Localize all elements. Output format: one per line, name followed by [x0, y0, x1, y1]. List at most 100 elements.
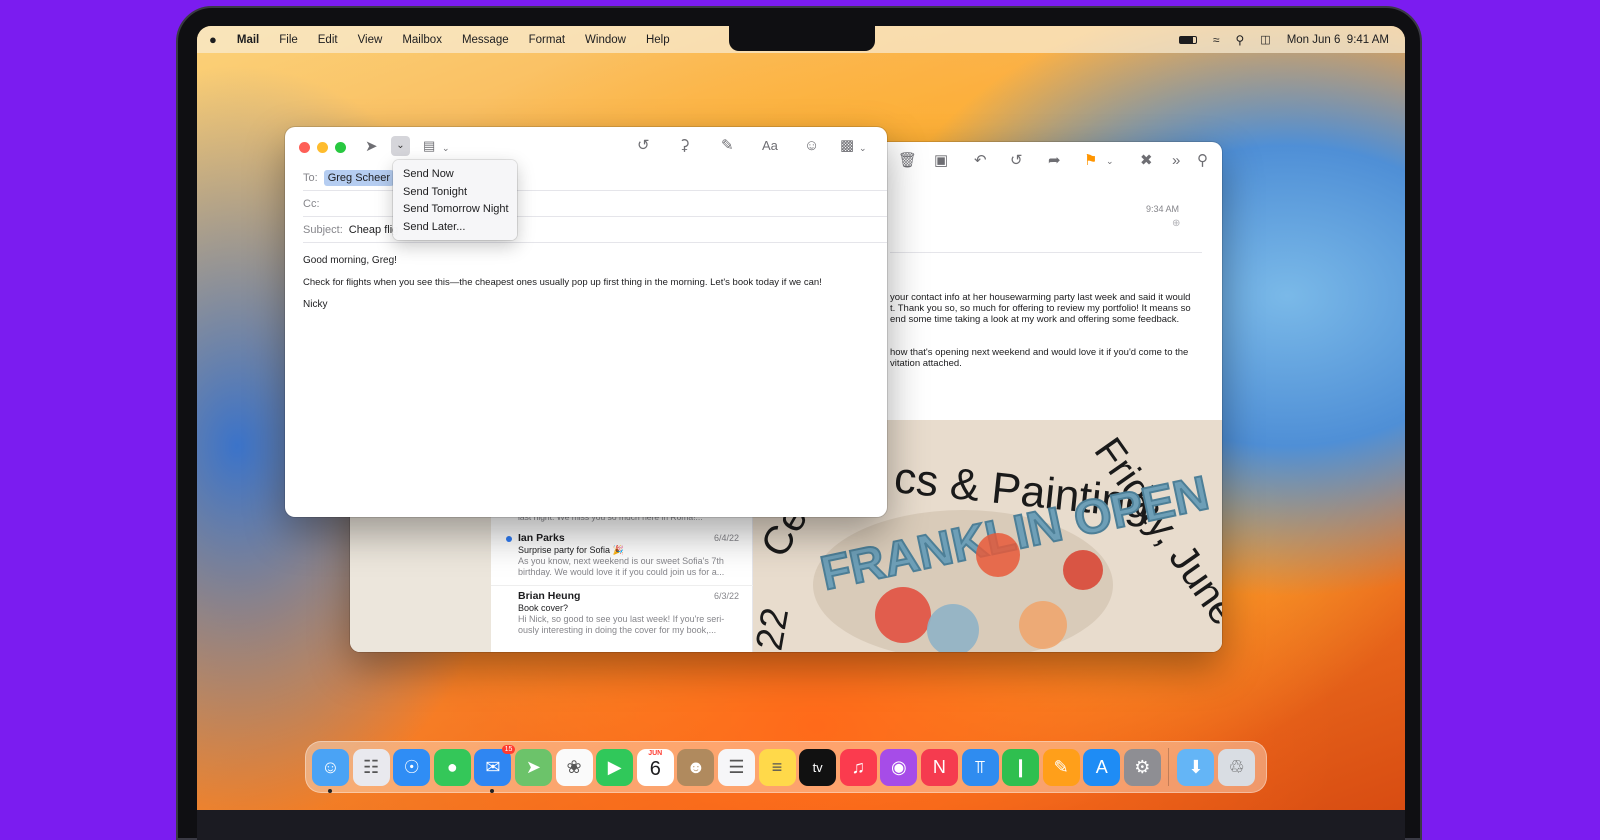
facetime-glyph: ▶ [607, 756, 622, 777]
finder-icon[interactable]: ☺ [312, 748, 349, 793]
window-controls [299, 142, 346, 153]
reply-icon[interactable]: ↺ [637, 137, 650, 155]
contacts-icon[interactable]: ☻ [677, 748, 715, 786]
menu-time: 9:41 AM [1346, 33, 1389, 46]
flag-icon[interactable]: ⚑ [1084, 152, 1097, 170]
search-icon[interactable]: ⚲ [1197, 152, 1208, 170]
music-glyph: ♫ [851, 756, 865, 777]
running-indicator [490, 788, 495, 793]
safari-glyph: ☉ [403, 756, 420, 777]
sender: Ian Parks [518, 532, 565, 544]
menu-window[interactable]: Window [585, 34, 626, 46]
notes-icon[interactable]: ≡ [758, 748, 796, 786]
to-label: To: [303, 171, 318, 184]
keynote-icon[interactable]: ⫪ [961, 748, 999, 786]
trash-icon[interactable]: 🗑 [898, 152, 917, 170]
forward-icon[interactable]: ➦ [1048, 152, 1061, 170]
photo-chevron-icon[interactable]: ⌄ [859, 139, 867, 157]
menu-item-send-tonight[interactable]: Send Tonight [393, 184, 517, 202]
more-toolbar-icon[interactable]: » [1172, 152, 1180, 170]
list-item[interactable]: Ian Parks 6/4/22 Surprise party for Sofi… [491, 530, 753, 586]
launchpad-glyph: ☷ [363, 756, 380, 777]
wifi-icon[interactable]: ≈ [1213, 33, 1220, 47]
photo-browser-icon[interactable]: ▩ [840, 137, 854, 155]
menu-item-send-later[interactable]: Send Later... [393, 219, 517, 237]
menu-clock[interactable]: Mon Jun 6 9:41 AM [1287, 34, 1389, 46]
menu-message[interactable]: Message [462, 34, 509, 46]
messages-glyph: ● [446, 756, 458, 777]
news-icon[interactable]: N [920, 748, 958, 786]
numbers-icon[interactable]: ❙ [1002, 748, 1040, 786]
format-font-button[interactable]: Aa [762, 137, 778, 155]
message-date: 6/4/22 [713, 533, 739, 543]
music-icon[interactable]: ♫ [839, 748, 877, 786]
pages-icon[interactable]: ✎ [1042, 748, 1080, 786]
body-signature: Nicky [303, 299, 328, 310]
system-settings-glyph: ⚙ [1134, 756, 1151, 777]
header-fields-icon[interactable]: ▤ [423, 137, 435, 155]
safari-icon[interactable]: ☉ [393, 748, 431, 786]
apple-menu-icon[interactable]: ● [209, 32, 217, 47]
sender: Brian Heung [518, 590, 581, 602]
podcasts-icon[interactable]: ◉ [880, 748, 918, 786]
markup-icon[interactable]: ✎ [721, 137, 734, 155]
downloads-folder-icon[interactable]: ⬇ [1177, 748, 1215, 786]
minimize-button[interactable] [317, 142, 328, 153]
tv-icon[interactable]: tv [799, 748, 837, 786]
menu-file[interactable]: File [279, 34, 298, 46]
facetime-icon[interactable]: ▶ [596, 748, 634, 786]
battery-icon[interactable] [1178, 35, 1197, 44]
preview: birthday. We would love it if you could … [518, 567, 725, 577]
close-button[interactable] [299, 142, 310, 153]
menu-mailbox[interactable]: Mailbox [402, 34, 442, 46]
desktop: ● Mail File Edit View Mailbox Message Fo… [197, 26, 1405, 810]
menu-format[interactable]: Format [529, 34, 565, 46]
maps-icon[interactable]: ➤ [514, 748, 552, 786]
menu-date: Mon Jun 6 [1286, 33, 1341, 46]
menu-item-send-tomorrow-night[interactable]: Send Tomorrow Night [393, 201, 517, 219]
zoom-button[interactable] [335, 142, 346, 153]
list-item[interactable]: Brian Heung 6/3/22 Book cover? Hi Nick, … [491, 588, 753, 648]
archive-icon[interactable]: ▣ [934, 152, 948, 170]
trash-icon[interactable]: ♲ [1218, 748, 1256, 786]
calendar-icon[interactable]: JUN 6 [636, 748, 674, 786]
body-greeting: Good morning, Greg! [303, 255, 397, 266]
launchpad-icon[interactable]: ☷ [352, 748, 390, 786]
emoji-icon[interactable]: ☺ [804, 137, 819, 155]
menu-mail[interactable]: Mail [237, 34, 259, 46]
flag-chevron-icon[interactable]: ⌄ [1106, 152, 1114, 170]
reply-icon[interactable]: ↶ [974, 152, 987, 170]
attachment-icon[interactable]: ⚳ [679, 137, 690, 155]
message-body: your contact info at her housewarming pa… [890, 292, 1191, 369]
keynote-glyph: ⫪ [974, 756, 986, 777]
mail-glyph: ✉ [485, 756, 501, 777]
menu-view[interactable]: View [358, 34, 383, 46]
mail-icon[interactable]: ✉ 15 [474, 744, 516, 793]
downloads-folder-glyph: ⬇ [1188, 756, 1204, 777]
recipient-token[interactable]: Greg Scheer [323, 169, 395, 186]
app-store-icon[interactable]: A [1083, 748, 1121, 786]
header-fields-chevron-icon[interactable]: ⌄ [442, 139, 450, 157]
message-list: last night. We miss you so much here in … [491, 508, 753, 652]
system-settings-icon[interactable]: ⚙ [1123, 748, 1161, 786]
send-options-button[interactable]: ⌄ [391, 136, 410, 156]
finder-glyph: ☺ [321, 756, 340, 777]
control-center-icon[interactable]: ◫ [1260, 33, 1270, 46]
messages-icon[interactable]: ● [433, 748, 471, 786]
photos-icon[interactable]: ❀ [555, 748, 593, 786]
numbers-glyph: ❙ [1013, 756, 1029, 777]
reply-all-icon[interactable]: ↺ [1010, 152, 1023, 170]
spotlight-search-icon[interactable]: ⚲ [1236, 33, 1245, 47]
pages-glyph: ✎ [1053, 756, 1069, 777]
mute-icon[interactable]: ✖ [1140, 152, 1153, 170]
compose-body[interactable]: Good morning, Greg! Check for flights wh… [285, 244, 887, 517]
send-icon[interactable]: ➤ [365, 138, 378, 156]
news-glyph: N [932, 756, 946, 777]
menu-help[interactable]: Help [646, 34, 670, 46]
compose-window: ➤ ⌄ ▤ ⌄ ↺ ⚳ ✎ Aa ☺ ▩ ⌄ To: Greg Scheer C… [285, 127, 887, 517]
menu-edit[interactable]: Edit [318, 34, 338, 46]
reminders-icon[interactable]: ☰ [717, 748, 755, 786]
menu-item-send-now[interactable]: Send Now [393, 166, 517, 184]
poster-year: 22 [753, 605, 797, 652]
subject-field[interactable]: Cheap flig [349, 224, 399, 236]
